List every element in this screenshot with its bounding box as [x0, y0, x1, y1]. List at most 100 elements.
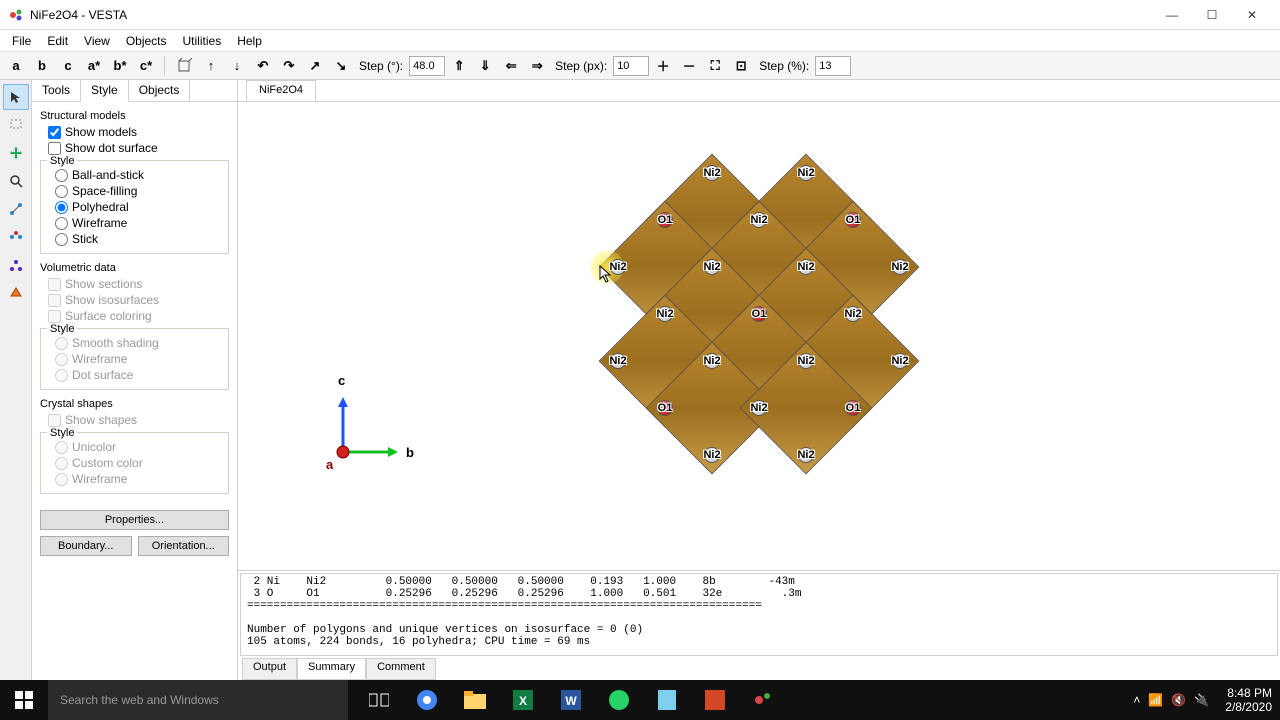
3d-canvas[interactable]: c b a — [238, 102, 1280, 570]
vertical-toolbar — [0, 80, 32, 680]
bond-tool-icon[interactable] — [3, 196, 29, 222]
taskbar-search[interactable]: Search the web and Windows — [48, 680, 348, 720]
minimize-button[interactable]: — — [1152, 1, 1192, 29]
powerpoint-icon[interactable] — [692, 680, 738, 720]
show-models-checkbox[interactable]: Show models — [40, 124, 229, 140]
plane-tool-icon[interactable] — [3, 280, 29, 306]
word-icon[interactable]: W — [548, 680, 594, 720]
menu-file[interactable]: File — [4, 32, 39, 50]
start-button[interactable] — [0, 680, 48, 720]
task-view-icon[interactable] — [356, 680, 402, 720]
rotate-down-icon[interactable]: ↓ — [225, 54, 249, 78]
show-shapes-checkbox: Show shapes — [40, 412, 229, 428]
translate-right-icon[interactable]: ⇒ — [525, 54, 549, 78]
reset-zoom-icon[interactable]: ⊡ — [729, 54, 753, 78]
vol-smooth-shading: Smooth shading — [47, 335, 222, 351]
show-sections-checkbox: Show sections — [40, 276, 229, 292]
axis-a-button[interactable]: a — [4, 54, 28, 78]
style-wireframe[interactable]: Wireframe — [47, 215, 222, 231]
boundary-button[interactable]: Boundary... — [40, 536, 132, 556]
side-tabs: Tools Style Objects — [32, 80, 237, 102]
style-space-filling[interactable]: Space-filling — [47, 183, 222, 199]
axis-cstar-button[interactable]: c* — [134, 54, 158, 78]
tray-network-icon[interactable]: 📶 — [1148, 693, 1163, 707]
zoom-tool-icon[interactable] — [3, 168, 29, 194]
system-tray[interactable]: ˄ 📶 🔇 🔌 — [1125, 693, 1217, 707]
properties-button[interactable]: Properties... — [40, 510, 229, 530]
redo-icon[interactable]: ↷ — [277, 54, 301, 78]
tab-objects[interactable]: Objects — [129, 80, 191, 101]
style-ball-stick[interactable]: Ball-and-stick — [47, 167, 222, 183]
svg-text:W: W — [565, 694, 577, 708]
step-px-label: Step (px): — [551, 59, 611, 73]
tab-tools[interactable]: Tools — [32, 80, 81, 101]
doc-tab-nife2o4[interactable]: NiFe2O4 — [246, 80, 316, 101]
step-px-input[interactable] — [613, 56, 649, 76]
chrome-icon[interactable] — [404, 680, 450, 720]
output-tab-summary[interactable]: Summary — [297, 658, 366, 680]
style-stick[interactable]: Stick — [47, 231, 222, 247]
step-deg-input[interactable] — [409, 56, 445, 76]
move-tool-icon[interactable] — [3, 140, 29, 166]
close-button[interactable]: ✕ — [1232, 1, 1272, 29]
output-text[interactable]: 2 Ni Ni2 0.50000 0.50000 0.50000 0.193 1… — [240, 573, 1278, 656]
translate-up-icon[interactable]: ⇑ — [447, 54, 471, 78]
tab-style[interactable]: Style — [81, 80, 129, 102]
axis-astar-button[interactable]: a* — [82, 54, 106, 78]
excel-icon[interactable]: X — [500, 680, 546, 720]
select-rect-tool-icon[interactable] — [3, 112, 29, 138]
maximize-button[interactable]: ☐ — [1192, 1, 1232, 29]
vol-wireframe: Wireframe — [47, 351, 222, 367]
distance-tool-icon[interactable] — [3, 224, 29, 250]
output-tab-comment[interactable]: Comment — [366, 658, 436, 680]
style-legend-2: Style — [47, 323, 77, 335]
pointer-tool-icon[interactable] — [3, 84, 29, 110]
rotate-in-icon[interactable]: ↘ — [329, 54, 353, 78]
style-polyhedral[interactable]: Polyhedral — [47, 199, 222, 215]
taskbar-clock[interactable]: 8:48 PM 2/8/2020 — [1217, 686, 1280, 715]
perspective-icon[interactable] — [171, 54, 197, 78]
cryst-custom-color: Custom color — [47, 455, 222, 471]
tray-battery-icon[interactable]: 🔌 — [1194, 693, 1209, 707]
main-area: NiFe2O4 c b a — [238, 80, 1280, 680]
notepad-icon[interactable] — [644, 680, 690, 720]
titlebar: NiFe2O4 - VESTA — ☐ ✕ — [0, 0, 1280, 30]
cryst-unicolor: Unicolor — [47, 439, 222, 455]
axis-a-label: a — [326, 457, 333, 472]
menu-view[interactable]: View — [76, 32, 118, 50]
crystal-structure: Ni2 Ni2 O1 Ni2 O1 Ni2 Ni2 Ni2 Ni2 Ni2 O1… — [599, 163, 919, 463]
translate-down-icon[interactable]: ⇓ — [473, 54, 497, 78]
menu-objects[interactable]: Objects — [118, 32, 175, 50]
orientation-button[interactable]: Orientation... — [138, 536, 230, 556]
undo-icon[interactable]: ↶ — [251, 54, 275, 78]
whatsapp-icon[interactable] — [596, 680, 642, 720]
zoom-in-icon[interactable]: ＋ — [651, 54, 675, 78]
axis-b-button[interactable]: b — [30, 54, 54, 78]
output-panel: 2 Ni Ni2 0.50000 0.50000 0.50000 0.193 1… — [238, 570, 1280, 680]
angle-tool-icon[interactable] — [3, 252, 29, 278]
menu-edit[interactable]: Edit — [39, 32, 76, 50]
app-icon — [8, 7, 24, 23]
step-pct-label: Step (%): — [755, 59, 813, 73]
window-title: NiFe2O4 - VESTA — [30, 8, 1152, 22]
show-dot-checkbox[interactable]: Show dot surface — [40, 140, 229, 156]
document-tabs: NiFe2O4 — [238, 80, 1280, 102]
zoom-out-icon[interactable]: － — [677, 54, 701, 78]
structural-models-heading: Structural models — [40, 110, 229, 122]
vesta-taskbar-icon[interactable] — [740, 680, 786, 720]
axes-indicator: c b a — [328, 377, 418, 470]
translate-left-icon[interactable]: ⇐ — [499, 54, 523, 78]
output-tab-output[interactable]: Output — [242, 658, 297, 680]
axis-bstar-button[interactable]: b* — [108, 54, 132, 78]
explorer-icon[interactable] — [452, 680, 498, 720]
step-pct-input[interactable] — [815, 56, 851, 76]
rotate-up-icon[interactable]: ↑ — [199, 54, 223, 78]
rotate-out-icon[interactable]: ↗ — [303, 54, 327, 78]
axis-c-button[interactable]: c — [56, 54, 80, 78]
menu-help[interactable]: Help — [229, 32, 270, 50]
menu-utilities[interactable]: Utilities — [175, 32, 230, 50]
tray-chevron-icon[interactable]: ˄ — [1133, 693, 1140, 707]
fit-icon[interactable]: ⛶ — [703, 54, 727, 78]
tray-volume-icon[interactable]: 🔇 — [1171, 693, 1186, 707]
show-isosurfaces-checkbox: Show isosurfaces — [40, 292, 229, 308]
